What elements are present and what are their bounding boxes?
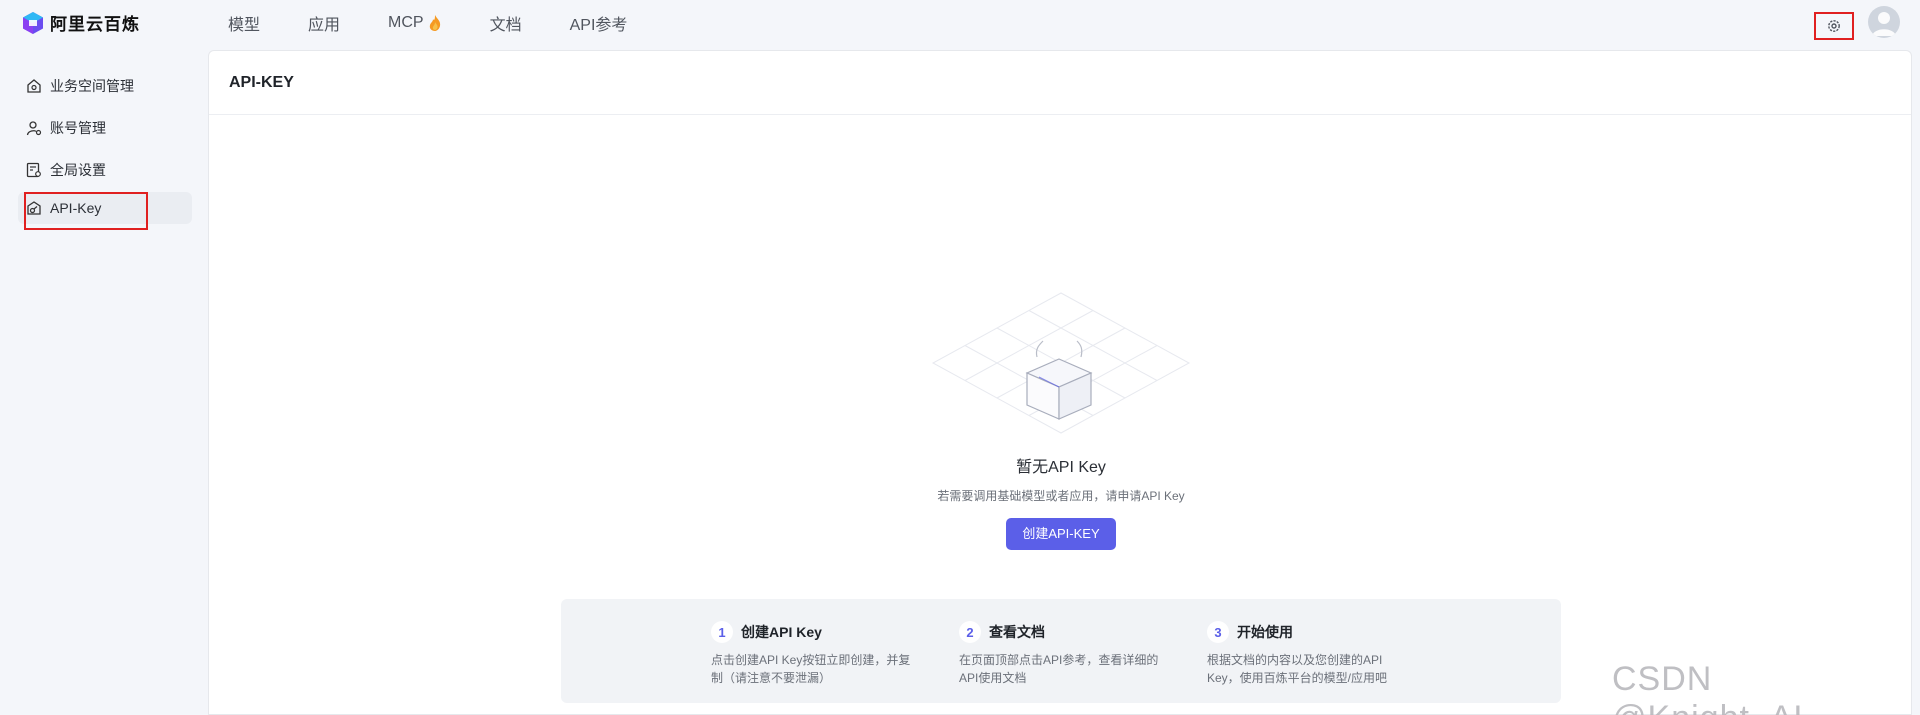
- main-nav: 模型 应用 MCP 文档 API参考: [228, 0, 675, 46]
- user-settings-icon: [26, 121, 42, 136]
- step-header: 2 查看文档: [959, 621, 1164, 643]
- step-description: 根据文档的内容以及您创建的API Key，使用百炼平台的模型/应用吧: [1207, 653, 1388, 685]
- highlight-box: [24, 192, 148, 230]
- avatar[interactable]: [1868, 6, 1900, 38]
- step-title: 查看文档: [989, 624, 1045, 640]
- step-header: 3 开始使用: [1207, 621, 1412, 643]
- step-view-docs: 2 查看文档 在页面顶部点击API参考，查看详细的API使用文档: [959, 621, 1164, 687]
- step-title: 开始使用: [1237, 624, 1293, 640]
- step-description: 在页面顶部点击API参考，查看详细的API使用文档: [959, 653, 1159, 685]
- sidebar-item-account[interactable]: 账号管理: [18, 112, 192, 144]
- gear-icon: [1828, 20, 1840, 32]
- sidebar-item-global-settings[interactable]: 全局设置: [18, 154, 192, 186]
- logo[interactable]: 阿里云百炼: [22, 10, 140, 35]
- empty-state: 暂无API Key 若需要调用基础模型或者应用，请申请API Key 创建API…: [209, 291, 1913, 550]
- nav-mcp-label: MCP: [388, 14, 424, 31]
- empty-title: 暂无API Key: [1016, 459, 1106, 476]
- sidebar-item-label: 业务空间管理: [50, 78, 134, 94]
- nav-apps[interactable]: 应用: [308, 11, 340, 35]
- sidebar: 业务空间管理 账号管理 全局设置 API-Key: [0, 46, 208, 715]
- nav-api-reference[interactable]: API参考: [570, 11, 628, 35]
- user-avatar-icon: [1872, 12, 1896, 36]
- page-title: API-KEY: [209, 51, 1911, 115]
- steps-guide: 1 创建API Key 点击创建API Key按钮立即创建，并复制（请注意不要泄…: [561, 599, 1561, 703]
- step-title: 创建API Key: [741, 624, 822, 640]
- empty-box-illustration: [931, 292, 1191, 434]
- fire-icon: [429, 15, 440, 31]
- step-number: 2: [959, 621, 981, 643]
- main-panel: API-KEY 暂无API Key 若需要调用基础模型或者应用，请申请API K…: [208, 50, 1912, 715]
- sidebar-item-label: 全局设置: [50, 162, 106, 178]
- sidebar-item-workspace[interactable]: 业务空间管理: [18, 70, 192, 102]
- top-bar: 阿里云百炼 模型 应用 MCP 文档 API参考: [0, 0, 1920, 46]
- bailian-logo-icon: [23, 11, 43, 34]
- step-start-using: 3 开始使用 根据文档的内容以及您创建的API Key，使用百炼平台的模型/应用…: [1207, 621, 1412, 687]
- settings-doc-icon: [26, 162, 41, 178]
- step-header: 1 创建API Key: [711, 621, 916, 643]
- home-icon: [27, 79, 41, 93]
- nav-models[interactable]: 模型: [228, 11, 260, 35]
- nav-docs[interactable]: 文档: [490, 11, 522, 35]
- empty-description: 若需要调用基础模型或者应用，请申请API Key: [937, 489, 1185, 503]
- nav-mcp[interactable]: MCP: [388, 14, 442, 32]
- step-number: 1: [711, 621, 733, 643]
- sidebar-item-label: 账号管理: [50, 120, 106, 136]
- app-name: 阿里云百炼: [50, 15, 140, 34]
- step-number: 3: [1207, 621, 1229, 643]
- step-create-key: 1 创建API Key 点击创建API Key按钮立即创建，并复制（请注意不要泄…: [711, 621, 916, 687]
- watermark: CSDN @Knight_AL: [1612, 660, 1812, 715]
- settings-button[interactable]: [1814, 12, 1854, 40]
- step-description: 点击创建API Key按钮立即创建，并复制（请注意不要泄漏）: [711, 653, 911, 685]
- create-api-key-button[interactable]: 创建API-KEY: [1006, 518, 1116, 550]
